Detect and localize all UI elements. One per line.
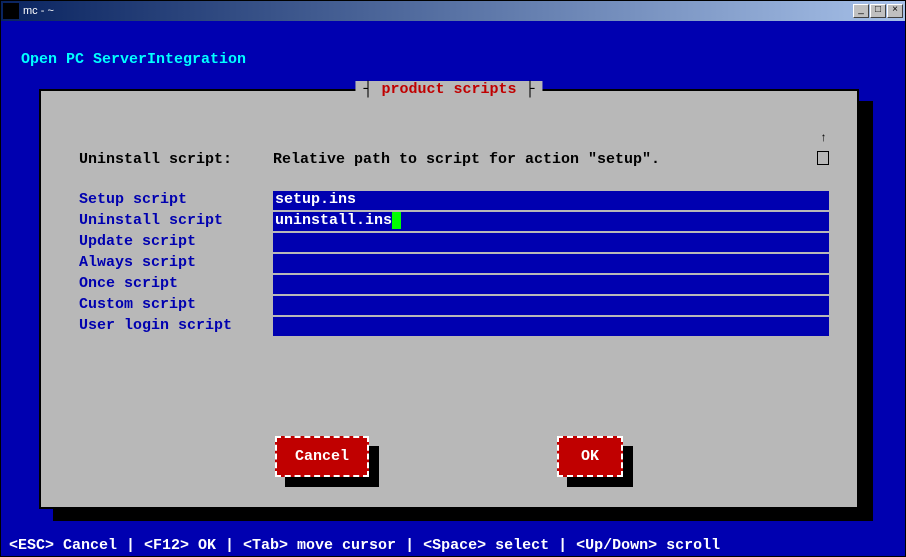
field-description-text: Relative path to script for action "setu… [273,151,660,168]
field-label: Custom script [79,296,273,315]
field-label: Setup script [79,191,273,210]
field-label: Once script [79,275,273,294]
text-cursor [392,212,401,229]
script-fields: Setup scriptsetup.insUninstall scriptuni… [79,191,829,338]
field-input[interactable] [273,275,829,294]
field-description-label: Uninstall script: [79,151,232,168]
field-label: Uninstall script [79,212,273,231]
terminal-area: Open PC ServerIntegration product script… [1,21,905,556]
field-row: Always script [79,254,829,273]
maximize-button[interactable]: □ [870,4,886,18]
field-input[interactable] [273,317,829,336]
ok-button-wrap: OK [557,436,623,477]
close-button[interactable]: × [887,4,903,18]
field-row: Once script [79,275,829,294]
dialog-buttons: Cancel OK [41,436,857,477]
status-bar: <ESC> Cancel | <F12> OK | <Tab> move cur… [9,537,897,554]
scroll-up-icon: ↑ [820,131,827,145]
minimize-button[interactable]: _ [853,4,869,18]
product-scripts-dialog: product scripts ↑ Uninstall script: Rela… [39,89,859,509]
field-input[interactable]: setup.ins [273,191,829,210]
field-label: User login script [79,317,273,336]
field-row: Setup scriptsetup.ins [79,191,829,210]
ok-button[interactable]: OK [557,436,623,477]
cancel-button-wrap: Cancel [275,436,369,477]
titlebar: mc - ~ _ □ × [1,1,905,21]
window-buttons: _ □ × [853,4,903,18]
cancel-button[interactable]: Cancel [275,436,369,477]
field-input[interactable] [273,254,829,273]
window-title: mc - ~ [23,5,853,17]
option-checkbox[interactable] [817,151,829,165]
app-icon [3,3,19,19]
field-row: User login script [79,317,829,336]
app-header: Open PC ServerIntegration [21,51,246,68]
field-label: Update script [79,233,273,252]
field-label: Always script [79,254,273,273]
app-window: mc - ~ _ □ × Open PC ServerIntegration p… [0,0,906,557]
field-input[interactable] [273,233,829,252]
field-input[interactable] [273,296,829,315]
field-row: Custom script [79,296,829,315]
field-input[interactable]: uninstall.ins [273,212,829,231]
field-row: Uninstall scriptuninstall.ins [79,212,829,231]
dialog-title: product scripts [355,81,542,98]
field-row: Update script [79,233,829,252]
